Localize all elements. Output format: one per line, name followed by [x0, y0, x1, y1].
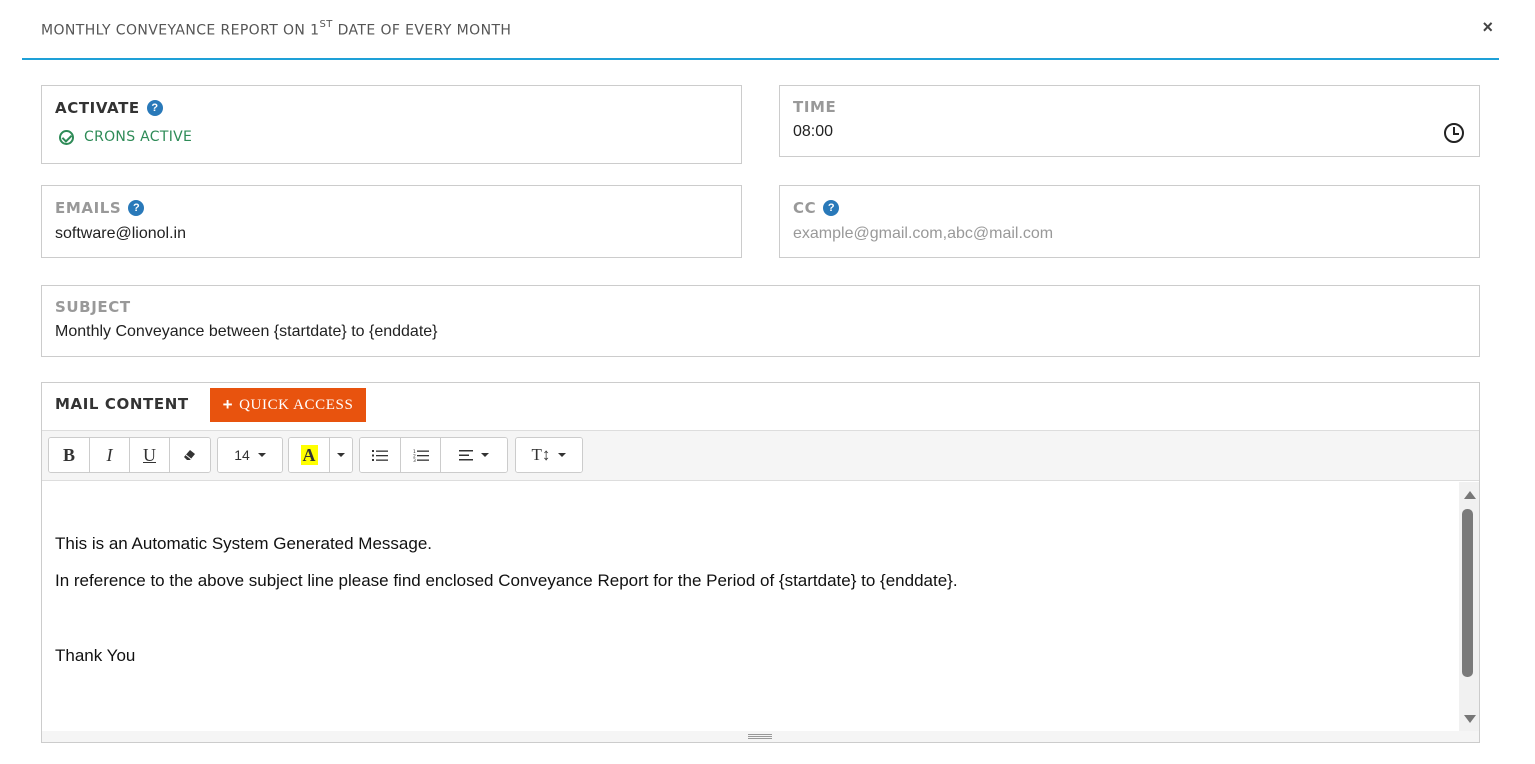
underline-button[interactable]: U — [130, 438, 170, 472]
activate-label: ACTIVATE — [55, 99, 140, 117]
quick-access-label: QUICK ACCESS — [239, 396, 354, 413]
emails-label: EMAILS — [55, 199, 122, 217]
emails-label-row: EMAILS? — [55, 199, 145, 217]
scroll-up-arrow-icon[interactable] — [1464, 491, 1476, 499]
help-icon[interactable]: ? — [128, 200, 145, 216]
unordered-list-icon[interactable] — [360, 438, 401, 472]
unordered-list-glyph — [372, 449, 388, 461]
highlight-icon: A — [300, 445, 318, 465]
body-line: This is an Automatic System Generated Me… — [55, 534, 433, 553]
align-left-icon — [459, 449, 473, 460]
eraser-icon-glyph — [184, 450, 195, 460]
ordered-list-icon[interactable]: 123 — [401, 438, 441, 472]
mail-content-header: MAIL CONTENT + QUICK ACCESS — [42, 383, 1479, 431]
emails-input[interactable]: software@lionol.in — [55, 225, 186, 243]
chevron-down-icon — [337, 453, 345, 457]
cc-input[interactable]: example@gmail.com,abc@mail.com — [793, 225, 1053, 243]
mail-body-editor[interactable]: This is an Automatic System Generated Me… — [42, 482, 1479, 731]
time-field[interactable]: TIME 08:00 — [779, 85, 1480, 157]
emails-field[interactable]: EMAILS? software@lionol.in — [41, 185, 742, 258]
eraser-icon[interactable] — [170, 438, 210, 472]
highlight-group: A — [288, 437, 353, 473]
svg-text:3: 3 — [413, 458, 416, 462]
list-group: 123 — [359, 437, 508, 473]
crons-active-toggle[interactable]: CRONS ACTIVE — [59, 129, 192, 145]
modal-title: MONTHLY CONVEYANCE REPORT ON 1ST DATE OF… — [41, 19, 512, 39]
plus-icon: + — [222, 395, 234, 414]
title-text-end: DATE OF EVERY MONTH — [332, 22, 512, 39]
activate-panel: ACTIVATE? CRONS ACTIVE — [41, 85, 742, 164]
chevron-down-icon — [558, 453, 567, 457]
crons-status-text: CRONS ACTIVE — [84, 129, 193, 145]
style-group: B I U — [48, 437, 211, 473]
time-input[interactable]: 08:00 — [793, 123, 833, 141]
chevron-down-icon — [481, 453, 489, 457]
body-line: Thank You — [55, 646, 136, 665]
highlight-dropdown[interactable] — [330, 438, 352, 472]
editor-resize-bar[interactable] — [42, 731, 1479, 742]
modal-header: MONTHLY CONVEYANCE REPORT ON 1ST DATE OF… — [22, 0, 1499, 60]
resize-handle-icon[interactable] — [748, 734, 772, 739]
text-height-icon: T↕ — [531, 445, 551, 464]
mail-content-panel: MAIL CONTENT + QUICK ACCESS B I U 14 A 12… — [41, 382, 1480, 743]
subject-field[interactable]: SUBJECT Monthly Conveyance between {star… — [41, 285, 1480, 357]
scroll-down-arrow-icon[interactable] — [1464, 715, 1476, 723]
italic-button[interactable]: I — [90, 438, 130, 472]
help-icon[interactable]: ? — [823, 200, 840, 216]
chevron-down-icon — [257, 453, 266, 457]
font-size-dropdown[interactable]: 14 — [218, 438, 282, 472]
text-height-dropdown[interactable]: T↕ — [516, 438, 582, 472]
text-style-group: T↕ — [515, 437, 583, 473]
title-superscript: ST — [319, 19, 333, 30]
cc-label-row: CC? — [793, 199, 840, 217]
font-size-group: 14 — [217, 437, 283, 473]
bold-button[interactable]: B — [49, 438, 90, 472]
align-dropdown[interactable] — [441, 438, 507, 472]
time-label: TIME — [793, 98, 837, 116]
subject-label: SUBJECT — [55, 298, 131, 316]
editor-toolbar: B I U 14 A 123 T↕ — [42, 431, 1479, 481]
cc-field[interactable]: CC? example@gmail.com,abc@mail.com — [779, 185, 1480, 258]
close-icon[interactable]: × — [1482, 18, 1493, 36]
quick-access-button[interactable]: + QUICK ACCESS — [210, 388, 366, 422]
highlight-button[interactable]: A — [289, 438, 330, 472]
editor-scrollbar[interactable] — [1459, 482, 1479, 731]
check-circle-icon — [59, 129, 74, 145]
ordered-list-glyph: 123 — [413, 449, 429, 462]
help-icon[interactable]: ? — [146, 100, 163, 116]
cc-label: CC — [793, 199, 817, 217]
font-size-value: 14 — [234, 447, 250, 463]
body-line: In reference to the above subject line p… — [55, 571, 958, 590]
subject-input[interactable]: Monthly Conveyance between {startdate} t… — [55, 323, 438, 341]
title-text-start: MONTHLY CONVEYANCE REPORT ON 1 — [41, 22, 320, 39]
activate-label-row: ACTIVATE? — [55, 99, 163, 117]
scrollbar-thumb[interactable] — [1462, 509, 1473, 677]
clock-icon[interactable] — [1444, 123, 1464, 143]
mail-content-label: MAIL CONTENT — [55, 395, 189, 413]
